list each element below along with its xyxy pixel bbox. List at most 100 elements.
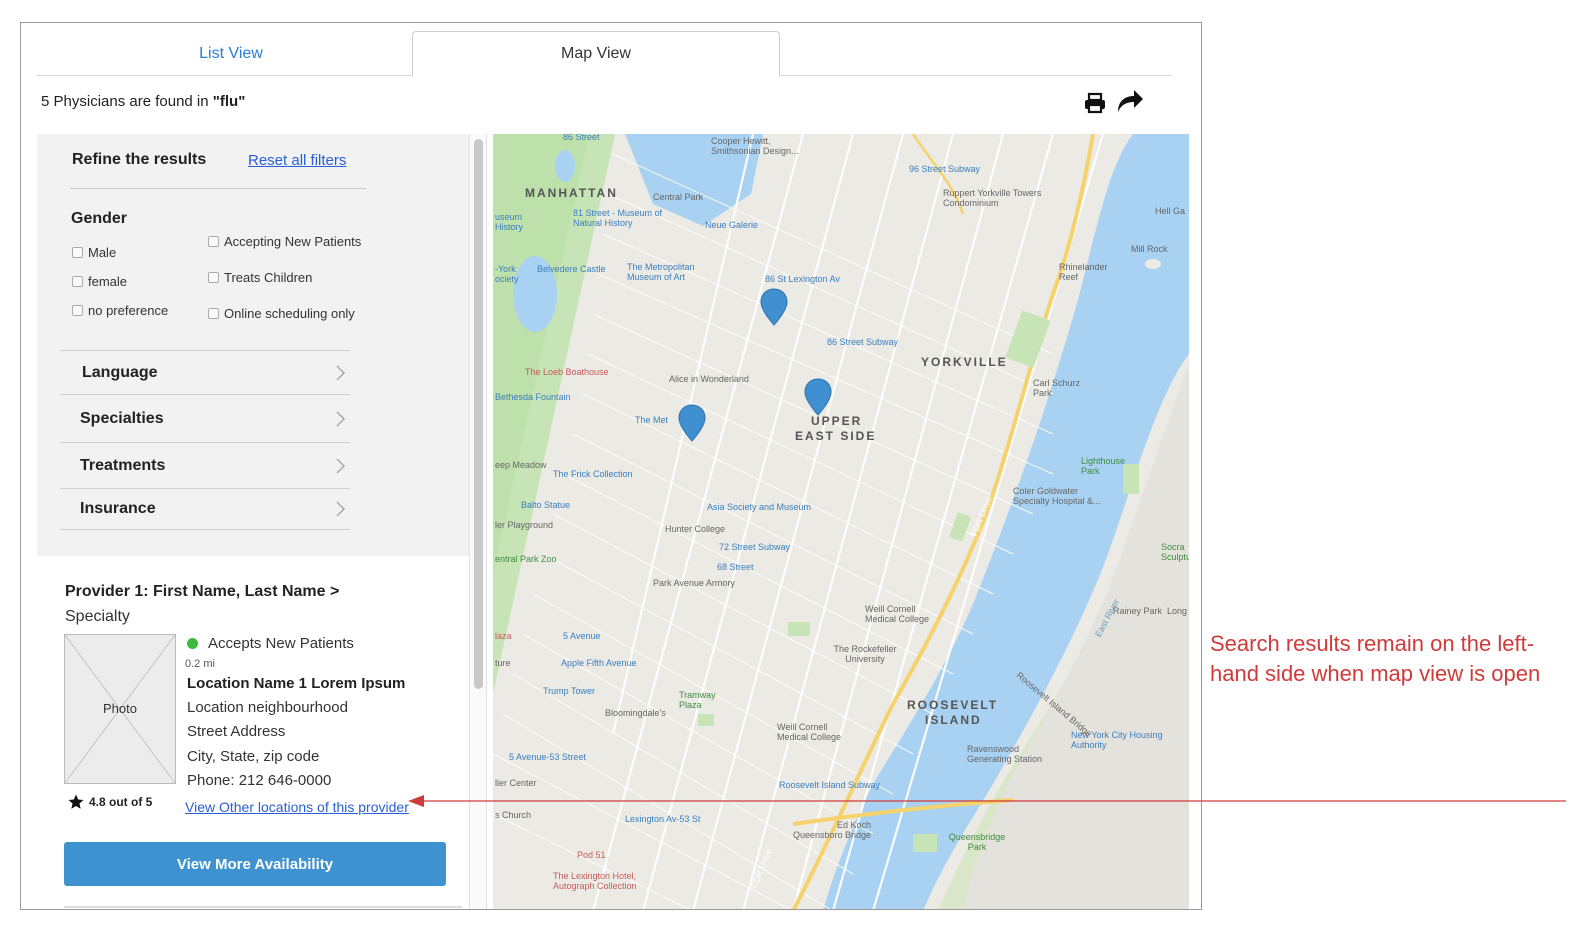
checkbox-label: Online scheduling only bbox=[224, 306, 355, 321]
gender-title: Gender bbox=[71, 210, 128, 227]
refine-title: Refine the results bbox=[72, 151, 207, 168]
filters-panel: Refine the results Reset all filters Gen… bbox=[37, 134, 469, 556]
checkbox-box[interactable] bbox=[72, 276, 83, 287]
annotation-note: Search results remain on the left-hand s… bbox=[1210, 631, 1541, 686]
map-label-weill-cornell-2: Weill Cornell Medical College bbox=[777, 722, 842, 742]
map-label-bloomingdales: Bloomingdale's bbox=[605, 708, 666, 718]
location-neighbourhood: Location neighbourhood bbox=[187, 699, 348, 716]
rating: 4.8 out of 5 bbox=[67, 793, 152, 811]
phone: Phone: 212 646-0000 bbox=[187, 772, 332, 789]
checkbox-accepting-new-patients[interactable]: Accepting New Patients bbox=[208, 234, 361, 249]
map-label-useum-history: useum History bbox=[495, 212, 524, 232]
chevron-right-icon bbox=[336, 410, 346, 427]
map-label-long: Long bbox=[1167, 606, 1188, 616]
map-label-tramway-plaza: Tramway Plaza bbox=[679, 690, 716, 710]
checkbox-female[interactable]: female bbox=[72, 274, 127, 289]
section-label: Treatments bbox=[80, 456, 166, 474]
checkbox-box[interactable] bbox=[208, 308, 219, 319]
map-label-sheep-meadow: eep Meadow bbox=[495, 460, 547, 470]
map-label-yorkville: YORKVILLE bbox=[921, 355, 1008, 369]
status-text: Accepts New Patients bbox=[208, 635, 354, 652]
distance: 0.2 mi bbox=[185, 658, 215, 670]
map-label-met-museum: The Metropolitan Museum of Art bbox=[627, 262, 695, 282]
map-label-museum-natural-history: 81 Street - Museum of Natural History bbox=[573, 208, 663, 228]
map-pin-provider[interactable] bbox=[759, 287, 789, 327]
map-label-pod-51: Pod 51 bbox=[577, 850, 606, 860]
scrollbar[interactable] bbox=[469, 134, 487, 909]
checkbox-label: Male bbox=[88, 245, 117, 260]
map-label-ravenswood: Ravenswood Generating Station bbox=[967, 744, 1043, 764]
checkbox-box[interactable] bbox=[72, 305, 83, 316]
filter-section-treatments[interactable]: Treatments bbox=[60, 442, 350, 488]
map-pin-provider[interactable] bbox=[677, 403, 707, 443]
map-label-ture: ture bbox=[495, 658, 511, 668]
section-label: Language bbox=[82, 363, 158, 381]
reset-filters-link[interactable]: Reset all filters bbox=[248, 152, 346, 169]
tab-list-view[interactable]: List View bbox=[47, 31, 415, 77]
map-label-weill-cornell-1: Weill Cornell Medical College bbox=[865, 604, 930, 624]
map-pin-provider[interactable] bbox=[803, 377, 833, 417]
map-label-ed-koch: Ed Koch Queensboro Bridge bbox=[792, 820, 871, 840]
print-button[interactable] bbox=[1083, 91, 1107, 115]
chevron-right-icon bbox=[336, 457, 346, 474]
checkbox-box[interactable] bbox=[208, 272, 219, 283]
map-label-roosevelt-subway: Roosevelt Island Subway bbox=[779, 780, 881, 790]
map-label-lexington-53: Lexington Av-53 St bbox=[625, 814, 701, 824]
browser-frame: List View Map View 5 Physicians are foun… bbox=[20, 22, 1202, 910]
map[interactable]: 86 Street Cooper Hewitt, Smithsonian Des… bbox=[493, 134, 1189, 909]
map-label-hell-gate: Hell Ga bbox=[1155, 206, 1186, 216]
checkbox-treats-children[interactable]: Treats Children bbox=[208, 270, 312, 285]
divider bbox=[70, 188, 366, 189]
map-label-86-street: 86 Street bbox=[563, 134, 600, 142]
view-other-locations-link[interactable]: View Other locations of this provider bbox=[185, 799, 409, 815]
map-label-trump-tower: Trump Tower bbox=[543, 686, 596, 696]
scrollbar-thumb[interactable] bbox=[474, 139, 483, 689]
map-label-roosevelt: ROOSEVELT bbox=[907, 698, 999, 712]
map-label-frick: The Frick Collection bbox=[553, 469, 633, 479]
checkbox-online-scheduling[interactable]: Online scheduling only bbox=[208, 306, 355, 321]
map-label-hunter: Hunter College bbox=[665, 524, 726, 534]
map-label-asia-society: Asia Society and Museum bbox=[707, 502, 812, 512]
checkbox-label: no preference bbox=[88, 303, 169, 318]
checkbox-no-preference[interactable]: no preference bbox=[72, 303, 168, 318]
filter-section-specialties[interactable]: Specialties bbox=[60, 394, 350, 442]
checkbox-label: Treats Children bbox=[224, 270, 313, 285]
map-label-balto: Balto Statue bbox=[521, 500, 571, 510]
map-label-72-street-subway: 72 Street Subway bbox=[719, 542, 791, 552]
checkbox-male[interactable]: Male bbox=[72, 245, 116, 260]
checkbox-box[interactable] bbox=[208, 236, 219, 247]
tab-map-view[interactable]: Map View bbox=[412, 31, 780, 77]
map-label-bethesda: Bethesda Fountain bbox=[495, 392, 571, 402]
filter-section-insurance[interactable]: Insurance bbox=[60, 488, 350, 529]
map-base bbox=[493, 134, 1189, 909]
share-arrow-icon bbox=[1118, 90, 1143, 112]
map-label-belvedere-castle: Belvedere Castle bbox=[537, 264, 606, 274]
checkbox-box[interactable] bbox=[72, 247, 83, 258]
map-label-goldwater: Coler Goldwater Specialty Hospital &... bbox=[1013, 486, 1101, 506]
provider-name-link[interactable]: Provider 1: First Name, Last Name > bbox=[65, 583, 339, 601]
divider bbox=[64, 906, 462, 908]
provider-photo: Photo bbox=[64, 634, 176, 784]
results-query: "flu" bbox=[212, 93, 246, 110]
map-label-rainey-park: Rainey Park bbox=[1113, 606, 1163, 616]
view-more-availability-button[interactable]: View More Availability bbox=[64, 842, 446, 886]
provider-specialty: Specialty bbox=[65, 608, 130, 625]
map-label-neue-galerie: Neue Galerie bbox=[705, 220, 759, 230]
map-label-carl-schurz: Carl Schurz Park bbox=[1033, 378, 1081, 398]
status-dot-icon bbox=[187, 638, 198, 649]
map-label-the-met: The Met bbox=[635, 415, 669, 425]
map-label-island: ISLAND bbox=[925, 713, 982, 727]
star-icon bbox=[68, 794, 84, 809]
map-label-96-street-subway: 96 Street Subway bbox=[909, 164, 981, 174]
checkbox-label: female bbox=[88, 274, 128, 289]
street-address: Street Address bbox=[187, 723, 286, 740]
map-label-socrates: Socra Sculptu bbox=[1161, 542, 1189, 562]
map-label-loeb-boathouse: The Loeb Boathouse bbox=[525, 367, 609, 377]
map-label-center: ller Center bbox=[495, 778, 537, 788]
map-label-central-park-zoo: entral Park Zoo bbox=[495, 554, 557, 564]
results-prefix: 5 Physicians are found in bbox=[41, 93, 213, 110]
map-label-apple-fifth: Apple Fifth Avenue bbox=[561, 658, 637, 668]
city-state-zip: City, State, zip code bbox=[187, 748, 320, 765]
share-button[interactable] bbox=[1115, 87, 1145, 115]
filter-section-language[interactable]: Language bbox=[60, 350, 350, 394]
